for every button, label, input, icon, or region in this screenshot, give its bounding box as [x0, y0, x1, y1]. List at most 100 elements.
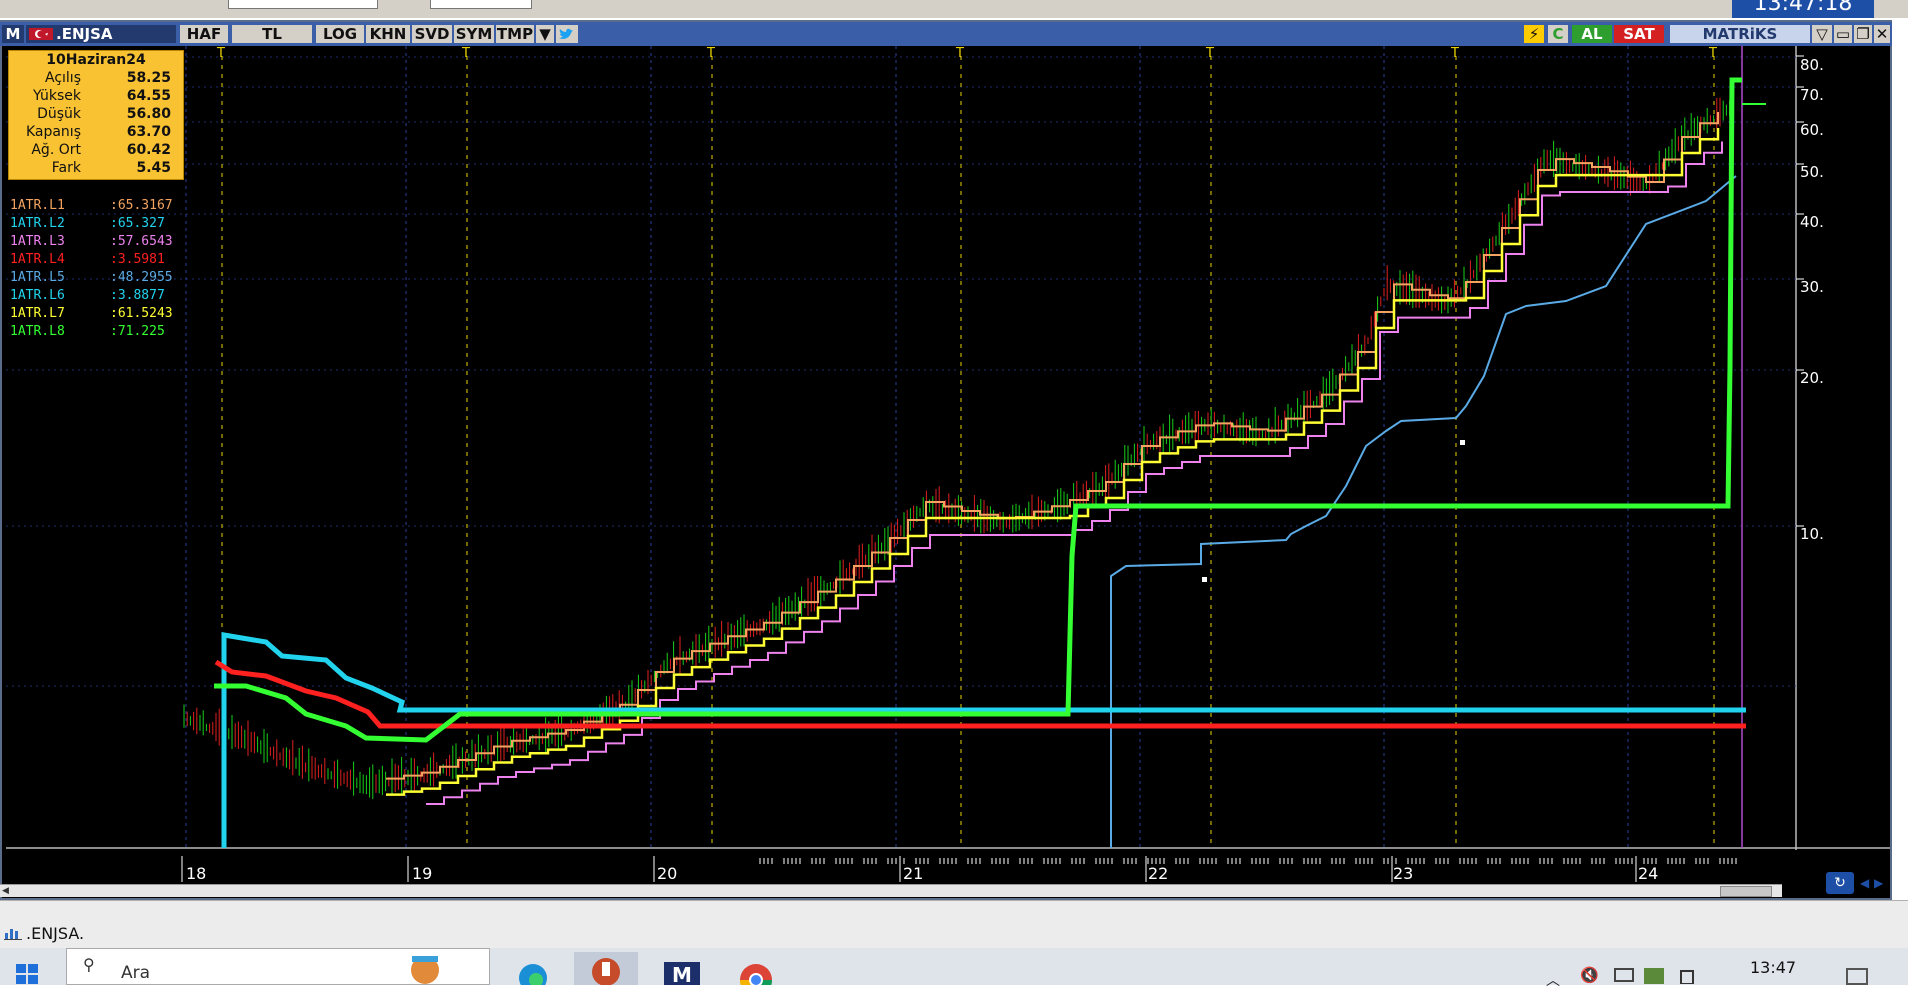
search-placeholder: Ara [121, 963, 151, 983]
price-chart[interactable]: TTTTTTT [6, 46, 1890, 850]
t-marker-label: T [1205, 46, 1214, 61]
nav-right-icon[interactable]: ▶ [1874, 876, 1883, 890]
ohlc-value: 58.25 [126, 70, 171, 86]
legend-item-l8: 1ATR.L8 :71.225 [10, 323, 165, 341]
toolbar-tmp-button[interactable]: TMP [496, 25, 534, 43]
search-highlight-icon [390, 952, 460, 985]
restore-icon[interactable]: ❐ [1854, 25, 1872, 43]
matriks-app-icon[interactable]: M [664, 960, 700, 987]
toolbar-svd-button[interactable]: SVD [412, 25, 452, 43]
toolbar-sym-button[interactable]: SYM [454, 25, 494, 43]
y-axis-label: 20. [1800, 369, 1824, 387]
legend-item-l3: 1ATR.L3:57.6543 [10, 233, 173, 251]
taskbar-clock[interactable]: 13:47 [1750, 958, 1796, 977]
ohlc-label: Yüksek [33, 88, 81, 104]
nvidia-icon[interactable] [1644, 968, 1664, 984]
dropdown-arrow-icon[interactable]: ▼ [536, 25, 554, 43]
ohlc-row: Yüksek 64.55 [9, 87, 183, 105]
ohlc-label: Kapanış [25, 124, 81, 140]
flag-icon[interactable] [26, 25, 56, 43]
legend-value: :65.3167 [110, 198, 173, 213]
status-symbol[interactable]: .ENJSA. [26, 924, 84, 943]
ohlc-value: 63.70 [126, 124, 171, 140]
symbol-label[interactable]: .ENJSA [56, 25, 176, 43]
toolbar-log-button[interactable]: LOG [316, 25, 364, 43]
x-axis-label: 23 [1393, 864, 1414, 883]
legend-item-l2: 1ATR.L2 :65.327 [10, 215, 165, 233]
y-axis-label: 30. [1800, 278, 1824, 296]
ohlc-value: 5.45 [136, 160, 171, 176]
svg-text:M: M [672, 963, 692, 985]
ohlc-label: Açılış [45, 70, 81, 86]
x-axis-label: 18 [186, 864, 207, 883]
legend-item-l4: 1ATR.L4 :3.5981 [10, 251, 165, 269]
toolbar-khn-button[interactable]: KHN [366, 25, 410, 43]
top-input-field[interactable] [228, 0, 378, 9]
menu-down-icon[interactable]: ▽ [1812, 25, 1832, 43]
x-axis-label: 21 [903, 864, 924, 883]
ohlc-value: 56.80 [126, 106, 171, 122]
close-icon[interactable]: ✕ [1874, 25, 1890, 43]
ohlc-label: Ağ. Ort [31, 142, 81, 158]
x-axis-label: 20 [657, 864, 678, 883]
legend-value: :48.2955 [110, 270, 173, 285]
t-marker-label: T [216, 46, 225, 61]
ohlc-info-box: 10Haziran24 Açılış 58.25 Yüksek 64.55 Düşü… [8, 50, 184, 180]
edge-browser-icon[interactable] [516, 960, 550, 990]
scroll-left-icon[interactable]: ◀ [2, 886, 9, 896]
chrome-browser-icon[interactable] [738, 960, 774, 990]
legend-name: 1ATR.L6 [10, 288, 65, 303]
twitter-icon[interactable] [556, 25, 578, 43]
tray-chevron-icon[interactable]: ︿ [1546, 970, 1560, 990]
c-button[interactable]: C [1548, 25, 1568, 43]
l5-marker-2 [1460, 440, 1465, 445]
x-axis-label: 19 [412, 864, 433, 883]
top-input-field-2[interactable] [430, 0, 532, 9]
network-icon[interactable] [1614, 968, 1634, 982]
legend-value: :3.5981 [110, 252, 165, 267]
windows-start-icon[interactable] [14, 960, 40, 985]
ohlc-value: 60.42 [126, 142, 171, 158]
taskbar-app-active[interactable] [574, 952, 638, 986]
legend-item-l5: 1ATR.L5:48.2955 [10, 269, 173, 287]
matriks-brand-label: MATRiKS [1670, 25, 1810, 43]
x-axis-bar [4, 856, 1890, 884]
horizontal-scrollbar[interactable]: ◀ [0, 884, 1782, 897]
y-axis-label: 80. [1800, 56, 1824, 74]
minimize-icon[interactable]: ▭ [1834, 25, 1852, 43]
scroll-thumb[interactable] [1720, 886, 1772, 897]
legend-item-l7: 1ATR.L7:61.5243 [10, 305, 173, 323]
legend-name: 1ATR.L4 [10, 252, 65, 267]
usb-icon[interactable] [1676, 968, 1698, 985]
t-marker-label: T [461, 46, 470, 61]
search-icon: ⚲ [83, 955, 95, 974]
ohlc-row: Kapanış 63.70 [9, 123, 183, 141]
toolbar-tl-button[interactable]: TL [232, 25, 312, 43]
lightning-icon[interactable]: ⚡ [1524, 25, 1544, 43]
legend-name: 1ATR.L1 [10, 198, 65, 213]
sat-sell-button[interactable]: SAT [1614, 25, 1664, 43]
ohlc-row: Açılış 58.25 [9, 69, 183, 87]
ohlc-label: Fark [51, 160, 81, 176]
chart-icon [4, 924, 22, 940]
notification-icon[interactable] [1846, 968, 1868, 985]
toolbar-haf-button[interactable]: HAF [180, 25, 228, 43]
ohlc-row: Ağ. Ort 60.42 [9, 141, 183, 159]
legend-value: :61.5243 [110, 306, 173, 321]
legend-value: :65.327 [110, 216, 165, 231]
legend-value: :71.225 [110, 324, 165, 339]
x-axis-label: 24 [1638, 864, 1659, 883]
nav-left-icon[interactable]: ◀ [1860, 876, 1869, 890]
legend-name: 1ATR.L2 [10, 216, 65, 231]
al-buy-button[interactable]: AL [1572, 25, 1612, 43]
ohlc-value: 64.55 [126, 88, 171, 104]
refresh-icon[interactable]: ↻ [1826, 872, 1854, 894]
matriks-m-icon[interactable]: M [2, 25, 24, 43]
speaker-muted-icon[interactable]: 🔇 [1580, 966, 1599, 984]
y-axis-label: 50. [1800, 163, 1824, 181]
legend-value: :3.8877 [110, 288, 165, 303]
legend-name: 1ATR.L8 [10, 324, 65, 339]
t-marker-label: T [1450, 46, 1459, 61]
t-marker-label: T [706, 46, 715, 61]
x-axis-label: 22 [1148, 864, 1169, 883]
